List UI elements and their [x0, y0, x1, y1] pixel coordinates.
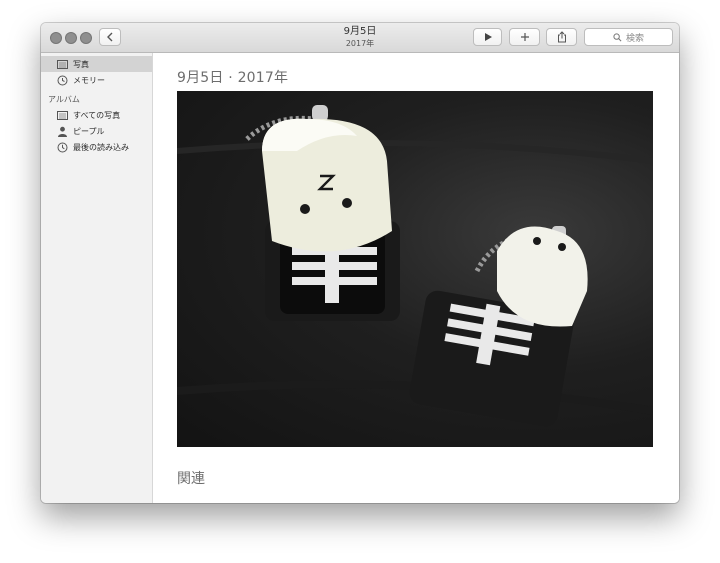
search-input[interactable]: 検索: [584, 28, 673, 46]
chevron-left-icon: [107, 32, 113, 42]
window-zoom-button[interactable]: [80, 32, 92, 44]
all-photos-icon: [57, 110, 68, 120]
window-title-year: 2017年: [345, 39, 375, 48]
sidebar-item-last-import[interactable]: 最後の読み込み: [57, 139, 129, 155]
sidebar-item-label: 写真: [73, 59, 89, 69]
photo-illustration: [177, 105, 653, 427]
plus-icon: [520, 33, 529, 41]
sidebar-item-label: 最後の読み込み: [73, 142, 129, 152]
window-close-button[interactable]: [50, 32, 62, 44]
photo-image[interactable]: [177, 91, 653, 447]
sidebar-item-photos[interactable]: 写真: [41, 56, 152, 72]
sidebar-item-people[interactable]: ピープル: [57, 123, 105, 139]
sidebar-item-label: すべての写真: [73, 110, 121, 120]
sidebar-item-label: ピープル: [73, 126, 105, 136]
photo-detail-view: 9月5日 · 2017年 関連: [153, 53, 679, 503]
related-heading: 関連: [177, 471, 205, 487]
sidebar-item-all-photos[interactable]: すべての写真: [57, 107, 120, 123]
photos-window: 9月5日 2017年 検索 写真 メモリー アルバム すべての写真 ピープル 最…: [41, 23, 679, 503]
search-icon: [613, 32, 622, 41]
people-icon: [58, 126, 67, 137]
clock-icon: [57, 142, 68, 152]
title-bar: 9月5日 2017年 検索: [41, 23, 679, 53]
window-title-date: 9月5日: [343, 26, 377, 37]
memories-icon: [57, 75, 68, 85]
add-button[interactable]: [509, 28, 540, 46]
play-icon: [484, 33, 492, 41]
window-minimize-button[interactable]: [65, 32, 77, 44]
sidebar: 写真 メモリー アルバム すべての写真 ピープル 最後の読み込み: [41, 53, 153, 503]
share-button[interactable]: [546, 28, 577, 46]
sidebar-item-memories[interactable]: メモリー: [57, 72, 105, 88]
back-button[interactable]: [99, 28, 121, 46]
window-title: 9月5日 2017年: [291, 26, 429, 49]
share-icon: [557, 31, 566, 43]
albums-header: アルバム: [48, 95, 80, 104]
slideshow-button[interactable]: [473, 28, 502, 46]
photos-icon: [57, 59, 68, 69]
photo-date-heading: 9月5日 · 2017年: [177, 70, 289, 86]
sidebar-item-label: メモリー: [73, 75, 105, 85]
search-placeholder: 検索: [625, 33, 644, 44]
